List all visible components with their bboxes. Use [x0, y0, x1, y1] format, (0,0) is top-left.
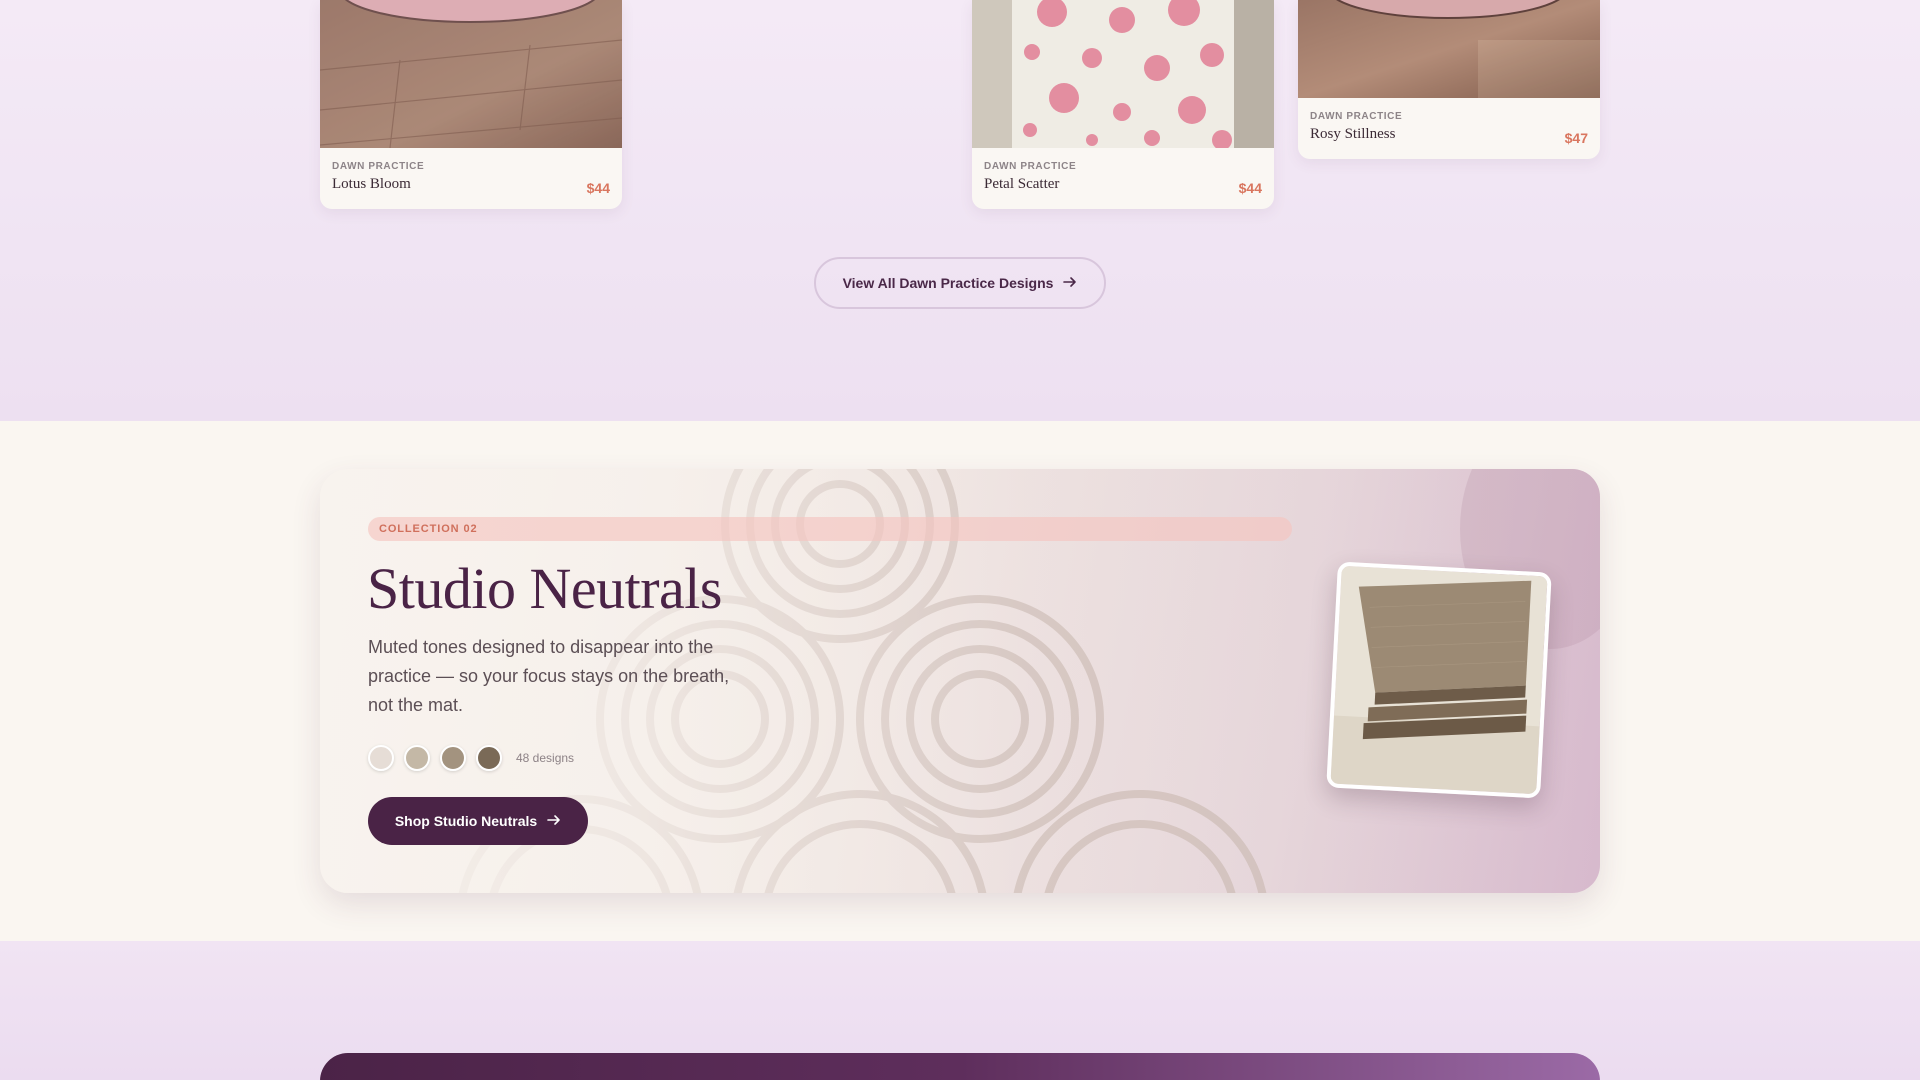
- color-swatches: 48 designs: [368, 745, 574, 771]
- product-name[interactable]: Rosy Stillness: [1310, 126, 1588, 143]
- product-collection: DAWN PRACTICE: [984, 161, 1077, 172]
- color-swatch[interactable]: [404, 745, 430, 771]
- arrow-right-icon: [547, 813, 561, 830]
- design-count: 48 designs: [516, 751, 575, 765]
- dawn-practice-section: [0, 0, 1920, 421]
- shop-button-label: Shop Studio Neutrals: [394, 813, 538, 829]
- product-name[interactable]: Lotus Bloom: [332, 176, 610, 193]
- product-price: $44: [1238, 180, 1262, 196]
- color-swatch[interactable]: [440, 745, 466, 771]
- view-all-button[interactable]: View All Dawn Practice Designs: [814, 257, 1106, 309]
- product-image[interactable]: [320, 0, 622, 148]
- product-name[interactable]: Petal Scatter: [984, 176, 1262, 193]
- collection-title: Studio Neutrals: [367, 556, 722, 621]
- product-collection: DAWN PRACTICE: [1310, 111, 1403, 122]
- promo-banner: [320, 1053, 1600, 1080]
- product-image[interactable]: [1298, 0, 1600, 98]
- product-card-rosy-stillness[interactable]: DAWN PRACTICE Rosy Stillness $47: [1298, 0, 1600, 159]
- product-price: $47: [1564, 130, 1588, 146]
- stacked-mats-thumbnail: [1326, 561, 1552, 799]
- product-image[interactable]: [972, 0, 1274, 148]
- product-collection: DAWN PRACTICE: [332, 161, 425, 172]
- shop-collection-button[interactable]: Shop Studio Neutrals: [368, 797, 588, 845]
- product-card-lotus-bloom[interactable]: DAWN PRACTICE Lotus Bloom $44: [320, 0, 622, 209]
- arrow-right-icon: [1063, 275, 1077, 292]
- collection-description: Muted tones designed to disappear into t…: [368, 637, 730, 715]
- collection-badge: COLLECTION 02: [368, 517, 1292, 541]
- collection-hero-card: COLLECTION 02 Studio Neutrals Muted tone…: [320, 469, 1600, 893]
- product-price: $44: [586, 180, 610, 196]
- product-card-petal-scatter[interactable]: DAWN PRACTICE Petal Scatter $44: [972, 0, 1274, 209]
- color-swatch[interactable]: [476, 745, 502, 771]
- view-all-label: View All Dawn Practice Designs: [842, 275, 1054, 291]
- color-swatch[interactable]: [368, 745, 394, 771]
